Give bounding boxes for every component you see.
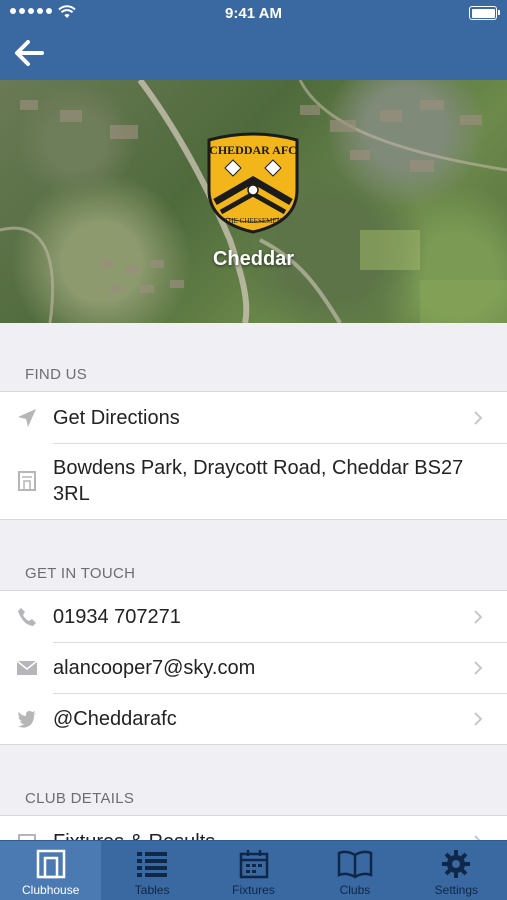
back-arrow-icon: [15, 40, 44, 66]
chevron-right-icon: [474, 660, 483, 675]
chevron-right-icon: [474, 609, 483, 624]
clubhouse-icon: [36, 849, 65, 879]
tab-label-clubhouse: Clubhouse: [22, 883, 80, 897]
building-icon: [17, 471, 36, 491]
svg-text:THE CHEESEMEN: THE CHEESEMEN: [224, 217, 281, 225]
club-crest-logo: CHEDDAR AFC THE CHEESEMEN: [207, 132, 299, 234]
chevron-right-icon: [474, 410, 483, 425]
tab-clubs[interactable]: Clubs: [304, 841, 405, 900]
back-button[interactable]: [12, 36, 48, 70]
twitter-row[interactable]: @Cheddarafc: [0, 693, 507, 744]
get-in-touch-group: 01934 707271 alancooper7@sky.com @Chedda…: [0, 590, 507, 745]
list-icon: [137, 852, 168, 877]
battery-icon: [469, 6, 500, 20]
twitter-icon: [17, 710, 36, 728]
fixtures-results-label: Fixtures & Results: [53, 817, 507, 841]
tab-label-clubs: Clubs: [339, 883, 371, 897]
phone-row[interactable]: 01934 707271: [0, 591, 507, 642]
calendar-icon: [239, 850, 268, 879]
envelope-icon: [16, 659, 37, 675]
svg-text:CHEDDAR AFC: CHEDDAR AFC: [209, 143, 297, 157]
phone-number: 01934 707271: [53, 605, 181, 628]
status-bar: 9:41 AM: [0, 0, 507, 26]
email-address: alancooper7@sky.com: [53, 656, 256, 679]
hero-map-banner: CHEDDAR AFC THE CHEESEMEN Cheddar: [0, 80, 507, 323]
club-details-group: Fixtures & Results: [0, 815, 507, 840]
address-row[interactable]: Bowdens Park, Draycott Road, Cheddar BS2…: [0, 443, 507, 519]
location-arrow-icon: [17, 408, 36, 427]
twitter-handle: @Cheddarafc: [53, 707, 177, 730]
section-header-find-us: FIND US: [25, 366, 88, 383]
gear-icon: [442, 850, 471, 878]
tab-label-settings: Settings: [434, 883, 478, 897]
get-directions-row[interactable]: Get Directions: [0, 392, 507, 443]
fixtures-results-row[interactable]: Fixtures & Results: [0, 816, 507, 840]
get-directions-label: Get Directions: [53, 406, 180, 429]
section-header-club-details: CLUB DETAILS: [25, 790, 135, 807]
tab-settings[interactable]: Settings: [406, 841, 507, 900]
club-name-title: Cheddar: [212, 248, 295, 270]
chevron-right-icon: [474, 711, 483, 726]
tab-label-tables: Tables: [134, 883, 170, 897]
tab-bar: Clubhouse Tables Fixtures Clubs Settings: [0, 840, 507, 900]
calendar-icon: [17, 833, 36, 840]
section-header-get-in-touch: GET IN TOUCH: [25, 565, 136, 582]
email-row[interactable]: alancooper7@sky.com: [0, 642, 507, 693]
address-text: Bowdens Park, Draycott Road, Cheddar BS2…: [53, 457, 464, 505]
phone-icon: [17, 607, 36, 626]
book-icon: [337, 850, 373, 879]
navigation-bar: [0, 26, 507, 80]
status-time: 9:41 AM: [225, 5, 282, 22]
tab-clubhouse[interactable]: Clubhouse: [0, 841, 102, 900]
find-us-group: Get Directions Bowdens Park, Draycott Ro…: [0, 391, 507, 520]
tab-tables[interactable]: Tables: [101, 841, 202, 900]
tab-fixtures[interactable]: Fixtures: [203, 841, 304, 900]
tab-label-fixtures: Fixtures: [232, 883, 275, 897]
